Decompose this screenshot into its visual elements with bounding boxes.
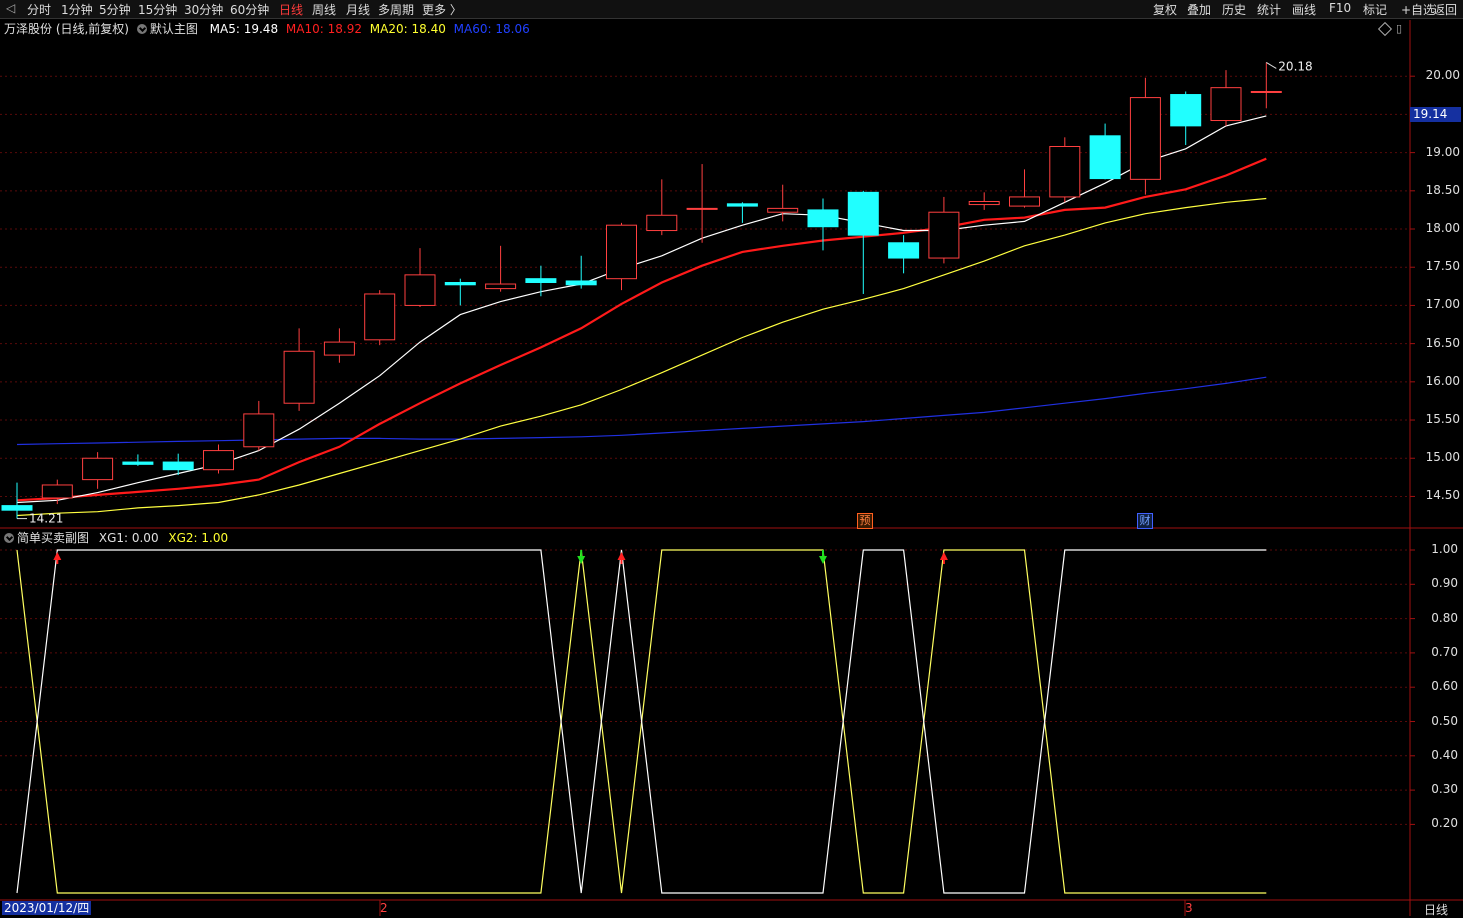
ma60-series bbox=[16, 376, 1267, 446]
candle-body bbox=[444, 282, 476, 286]
buy-signal-arrow bbox=[617, 552, 626, 560]
price-axis-label: 17.50 bbox=[1425, 259, 1460, 274]
high-marker-pointer bbox=[1266, 62, 1277, 69]
ma10-line bbox=[16, 157, 1267, 502]
price-axis-label: 17.00 bbox=[1425, 297, 1460, 312]
sub-axis-label: 0.20 bbox=[1431, 816, 1458, 831]
high-marker: 20.18 bbox=[1278, 59, 1312, 73]
price-axis-label: 20.00 bbox=[1425, 68, 1460, 83]
price-axis-label: 16.00 bbox=[1425, 373, 1460, 388]
price-axis-label: 15.00 bbox=[1425, 450, 1460, 465]
candle-body bbox=[162, 461, 194, 471]
sub-axis-label: 0.80 bbox=[1431, 610, 1458, 625]
xg2-label: XG2: 1.00 bbox=[168, 531, 229, 545]
price-axis-label: 16.50 bbox=[1425, 335, 1460, 350]
grid-lines bbox=[0, 75, 1415, 916]
sub-axis-label: 0.90 bbox=[1431, 576, 1458, 591]
candle-body bbox=[1250, 90, 1282, 93]
ma10-series bbox=[16, 157, 1267, 502]
month-marker-2: 2 bbox=[380, 901, 388, 915]
price-axis-label: 18.00 bbox=[1425, 221, 1460, 236]
cursor-date: 2023/01/12/四 bbox=[2, 901, 92, 915]
current-price-tag: 19.14 bbox=[1410, 107, 1461, 122]
candle-body bbox=[686, 207, 718, 210]
candle-body bbox=[404, 274, 436, 306]
candle-body bbox=[364, 293, 396, 341]
candle-body bbox=[1170, 94, 1202, 127]
candle-body bbox=[1210, 87, 1242, 122]
candle-body bbox=[646, 214, 678, 232]
price-axis-label: 19.00 bbox=[1425, 144, 1460, 159]
candle-body bbox=[243, 413, 275, 448]
candle-body bbox=[606, 224, 637, 280]
candle-body bbox=[1009, 196, 1040, 207]
candle-body bbox=[1049, 145, 1081, 198]
candle-body bbox=[888, 242, 920, 259]
ma60-line bbox=[16, 376, 1267, 446]
candle-body bbox=[525, 278, 557, 283]
candle-body bbox=[1129, 97, 1161, 180]
candle-body bbox=[565, 280, 597, 286]
candle-body bbox=[726, 203, 758, 207]
candle-body bbox=[82, 457, 114, 481]
candle-body bbox=[323, 341, 355, 356]
candle-body bbox=[203, 450, 234, 471]
candle-body bbox=[1089, 135, 1121, 180]
price-axis-label: 18.50 bbox=[1425, 182, 1460, 197]
sub-axis-label: 0.60 bbox=[1431, 679, 1458, 694]
dropdown-icon[interactable] bbox=[4, 533, 14, 543]
candle-series bbox=[1, 62, 1282, 519]
forecast-tag[interactable]: 预 bbox=[857, 513, 873, 529]
candle-body bbox=[41, 484, 73, 499]
candle-body bbox=[122, 461, 154, 465]
candlestick-chart[interactable]: 20.18 14.21 bbox=[0, 0, 1463, 916]
buy-signal-arrow bbox=[53, 552, 62, 560]
period-indicator[interactable]: 日线 bbox=[1424, 901, 1448, 918]
sell-signal-arrow bbox=[577, 556, 586, 564]
sub-title: 简单买卖副图 bbox=[17, 531, 90, 545]
xg2-line bbox=[16, 549, 1267, 894]
xg1-label: XG1: 0.00 bbox=[98, 531, 159, 545]
sell-signal-arrow bbox=[819, 556, 827, 564]
sub-axis-label: 1.00 bbox=[1431, 542, 1458, 556]
finance-tag[interactable]: 财 bbox=[1137, 513, 1153, 529]
candle-body bbox=[767, 207, 799, 213]
candle-body bbox=[1, 505, 33, 511]
low-marker: 14.21 bbox=[29, 512, 63, 526]
candle-body bbox=[847, 191, 879, 236]
price-axis-label: 15.50 bbox=[1425, 412, 1460, 427]
sub-axis-label: 0.70 bbox=[1431, 644, 1458, 659]
sub-axis-label: 0.40 bbox=[1431, 747, 1458, 762]
buy-signal-arrow bbox=[939, 552, 948, 560]
sub-info-bar: 简单买卖副图 XG1: 0.00 XG2: 1.00 bbox=[4, 529, 228, 546]
candle-body bbox=[283, 350, 315, 404]
month-marker-3: 3 bbox=[1185, 901, 1193, 915]
sub-chart bbox=[16, 549, 1267, 894]
sub-axis-label: 0.50 bbox=[1431, 713, 1458, 728]
candle-body bbox=[928, 211, 960, 259]
sub-axis-label: 0.30 bbox=[1431, 782, 1458, 797]
price-axis-label: 14.50 bbox=[1425, 488, 1460, 503]
candle-body bbox=[968, 201, 1000, 206]
candle-body bbox=[485, 283, 517, 290]
candle-body bbox=[807, 209, 839, 228]
